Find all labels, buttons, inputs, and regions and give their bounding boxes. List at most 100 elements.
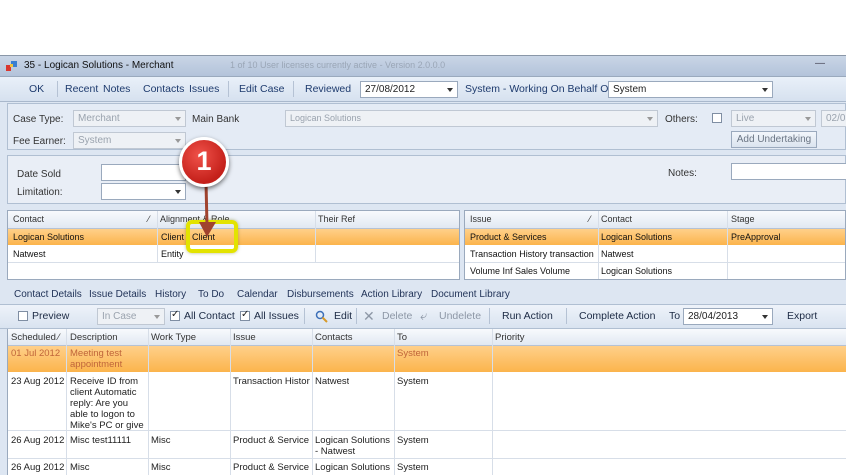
table-row[interactable]: Volume Inf Sales Volume Logican Solution…: [465, 263, 845, 279]
minimize-icon[interactable]: —: [812, 58, 828, 70]
contacts-button[interactable]: Contacts: [143, 83, 184, 95]
all-contact-checkbox[interactable]: [170, 309, 180, 321]
fee-earner-select[interactable]: System: [73, 132, 186, 149]
tab-document-library[interactable]: Document Library: [431, 289, 510, 300]
notes-input[interactable]: [731, 163, 846, 180]
table-row[interactable]: 26 Aug 2012 Misc Misc Product & Service …: [8, 459, 846, 475]
chevron-down-icon: [647, 117, 653, 121]
in-case-select[interactable]: In Case: [97, 308, 165, 325]
table-row[interactable]: 26 Aug 2012 Misc test11111 Misc Product …: [8, 431, 846, 459]
scheduled-cell: 23 Aug 2012: [11, 376, 65, 387]
chevron-down-icon: [762, 315, 768, 319]
tab-history[interactable]: History: [155, 289, 186, 300]
preview-label: Preview: [32, 310, 70, 322]
others-checkbox[interactable]: [712, 113, 722, 123]
date-sold-input[interactable]: [101, 164, 186, 181]
issues-button[interactable]: Issues: [189, 83, 219, 95]
column-header[interactable]: Issue: [470, 214, 492, 224]
title-bar: 35 - Logican Solutions - Merchant 1 of 1…: [0, 56, 846, 77]
complete-action-button[interactable]: Complete Action: [579, 310, 655, 322]
ok-button[interactable]: OK: [29, 83, 44, 95]
column-divider: [492, 329, 493, 475]
column-divider: [598, 211, 599, 279]
delete-icon[interactable]: ✕: [363, 308, 375, 325]
table-row[interactable]: Transaction History transaction Natwest: [465, 246, 845, 263]
table-row[interactable]: 01 Jul 2012 Meeting test appointment Sys…: [8, 346, 846, 372]
description-cell: Meeting test appointment: [70, 348, 123, 370]
add-undertaking-button[interactable]: Add Undertaking: [731, 131, 817, 148]
issue-cell: Product & Service: [233, 435, 310, 446]
column-header[interactable]: Issue: [233, 332, 256, 343]
all-issues-checkbox[interactable]: [240, 309, 250, 321]
to-cell: System: [397, 462, 429, 473]
others-label: Others:: [665, 114, 698, 125]
column-header[interactable]: Contact: [13, 214, 44, 224]
scheduled-cell: 01 Jul 2012: [11, 348, 61, 359]
case-type-label: Case Type:: [13, 114, 64, 125]
column-header[interactable]: To: [397, 332, 407, 343]
reviewed-date-picker[interactable]: 27/08/2012: [360, 81, 458, 98]
column-header[interactable]: Contacts: [315, 332, 353, 343]
others-date-picker[interactable]: 02/05: [821, 110, 846, 127]
sort-icon: ⁄: [589, 214, 591, 224]
in-case-value: In Case: [102, 311, 137, 322]
tab-action-library[interactable]: Action Library: [361, 289, 422, 300]
run-action-button[interactable]: Run Action: [502, 310, 553, 322]
column-header[interactable]: Their Ref: [318, 214, 355, 224]
column-divider: [157, 211, 158, 263]
app-window: 35 - Logican Solutions - Merchant 1 of 1…: [0, 55, 846, 475]
notes-button[interactable]: Notes: [103, 83, 130, 95]
column-header[interactable]: Stage: [731, 214, 755, 224]
undelete-button[interactable]: Undelete: [439, 310, 481, 322]
edit-button[interactable]: Edit: [334, 310, 352, 322]
case-type-select[interactable]: Merchant: [73, 110, 186, 127]
stage-cell: PreApproval: [731, 232, 781, 242]
tab-disbursements[interactable]: Disbursements: [287, 289, 354, 300]
chevron-down-icon: [175, 139, 181, 143]
description-cell: Misc test11111: [70, 435, 132, 446]
export-button[interactable]: Export: [787, 310, 817, 322]
to-cell: System: [397, 376, 429, 387]
table-row[interactable]: 23 Aug 2012 Receive ID from client Autom…: [8, 373, 846, 431]
edit-icon[interactable]: [315, 310, 328, 323]
toolbar-divider: [228, 81, 229, 97]
issue-cell: Transaction Histor: [233, 376, 310, 387]
status-select[interactable]: Live: [731, 110, 816, 127]
chevron-down-icon: [805, 117, 811, 121]
edit-case-button[interactable]: Edit Case: [239, 83, 285, 95]
toolbar-divider: [566, 308, 567, 324]
tab-to-do[interactable]: To Do: [198, 289, 224, 300]
behalf-select[interactable]: System: [608, 81, 773, 98]
column-header[interactable]: Contact: [601, 214, 632, 224]
delete-button[interactable]: Delete: [382, 310, 412, 322]
tab-issue-details[interactable]: Issue Details: [89, 289, 146, 300]
to-cell: System: [397, 348, 429, 359]
app-icon: [6, 61, 17, 71]
work-type-cell: Misc: [151, 462, 171, 473]
contacts-cell: Logican Solutions: [315, 462, 390, 473]
description-cell: Receive ID from client Automatic reply: …: [70, 376, 144, 430]
contact-cell: Logican Solutions: [13, 232, 85, 242]
column-header[interactable]: Work Type: [151, 332, 196, 343]
scheduled-cell: 26 Aug 2012: [11, 462, 65, 473]
preview-checkbox[interactable]: [18, 311, 28, 321]
main-bank-select[interactable]: Logican Solutions: [285, 110, 658, 127]
contact-cell: Natwest: [13, 249, 46, 259]
column-header[interactable]: Description: [70, 332, 118, 343]
todo-grid-header: Scheduled ⁄ Description Work Type Issue …: [8, 329, 846, 346]
column-header[interactable]: Priority: [495, 332, 525, 343]
tab-calendar[interactable]: Calendar: [237, 289, 278, 300]
chevron-down-icon: [762, 88, 768, 92]
reviewed-button[interactable]: Reviewed: [305, 83, 351, 95]
limitation-select[interactable]: [101, 183, 186, 200]
column-header[interactable]: Scheduled: [11, 332, 56, 343]
recent-button[interactable]: Recent: [65, 83, 98, 95]
license-status: 1 of 10 User licenses currently active -…: [230, 60, 446, 70]
undelete-icon[interactable]: ⤶: [420, 308, 427, 324]
table-row[interactable]: Product & Services Logican Solutions Pre…: [465, 229, 845, 245]
tab-contact-details[interactable]: Contact Details: [14, 289, 82, 300]
contact-cell: Logican Solutions: [601, 232, 673, 242]
to-date-value: 28/04/2013: [688, 311, 739, 322]
to-date-picker[interactable]: 28/04/2013: [683, 308, 773, 325]
column-divider: [727, 211, 728, 279]
